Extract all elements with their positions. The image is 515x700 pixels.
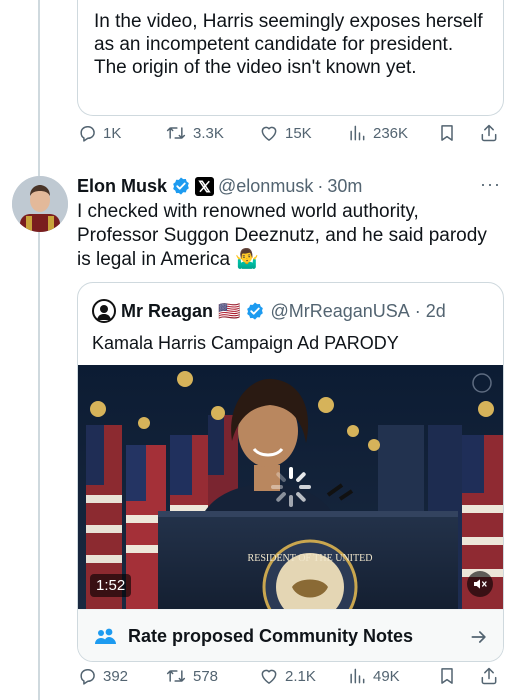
mute-icon <box>474 579 487 589</box>
reply-button[interactable]: 392 <box>77 663 128 689</box>
like-count: 15K <box>285 124 312 142</box>
community-notes-bar[interactable]: Rate proposed Community Notes <box>78 609 503 661</box>
reply-button[interactable]: 1K <box>77 120 121 146</box>
mute-button[interactable] <box>467 571 493 597</box>
author-name[interactable]: Elon Musk <box>77 176 167 197</box>
views-count: 236K <box>373 124 409 142</box>
more-icon[interactable]: ··· <box>480 174 501 195</box>
like-count: 2.1K <box>285 667 316 685</box>
separator-dot: · <box>414 300 421 321</box>
views-icon <box>350 125 365 141</box>
repost-icon <box>166 127 186 139</box>
share-icon <box>481 124 497 142</box>
views-count: 49K <box>373 667 400 685</box>
tweet-action-bar: 392 578 2.1K 49K <box>77 663 509 689</box>
quoted-tweet-card[interactable]: In the video, Harris seemingly exposes h… <box>77 0 504 116</box>
like-icon <box>261 669 277 684</box>
people-icon <box>95 628 116 644</box>
quote-author-name[interactable]: Mr Reagan <box>121 301 213 322</box>
community-notes-label: Rate proposed Community Notes <box>128 626 414 646</box>
prev-tweet-action-bar: 1K 3.3K 15K 236K <box>77 120 509 146</box>
views-button[interactable]: 236K <box>347 120 408 146</box>
reply-count: 392 <box>103 667 129 685</box>
verified-badge-icon <box>173 177 189 195</box>
quote-tweet-card[interactable]: Mr Reagan 🇺🇸 @MrReaganUSA · 2d Kamala Ha… <box>77 282 504 662</box>
repost-button[interactable]: 3.3K <box>165 120 224 146</box>
repost-icon <box>166 670 186 682</box>
loading-spinner-icon <box>271 467 311 507</box>
verified-badge-icon <box>247 302 264 320</box>
quoted-tweet-text: In the video, Harris seemingly exposes h… <box>94 11 483 78</box>
x-affiliate-icon <box>195 176 215 196</box>
repost-count: 578 <box>193 667 219 685</box>
bookmark-icon <box>441 668 453 684</box>
podium-seal-text: RESIDENT OF THE UNITED <box>248 553 373 564</box>
tweet-text: I checked with renowned world authority,… <box>77 200 497 272</box>
repost-count: 3.3K <box>193 124 224 142</box>
separator-dot: · <box>317 175 324 196</box>
arrow-right-icon <box>471 630 486 643</box>
bookmark-icon <box>441 125 453 141</box>
quote-time: 2d <box>425 300 446 321</box>
us-flag: 🇺🇸 <box>218 300 241 321</box>
video-duration: 1:52 <box>90 574 132 597</box>
quote-author-handle[interactable]: @MrReaganUSA <box>270 301 409 322</box>
thread-line <box>38 0 40 700</box>
tweet-text-content: I checked with renowned world authority,… <box>77 201 487 270</box>
author-avatar[interactable] <box>12 176 68 232</box>
quote-header: Mr Reagan 🇺🇸 @MrReaganUSA · 2d <box>92 299 446 323</box>
video-player[interactable]: RESIDENT OF THE UNITED 1:52 <box>78 365 503 609</box>
bookmark-button[interactable] <box>437 120 457 146</box>
reply-count: 1K <box>103 124 122 142</box>
reply-icon <box>80 669 95 685</box>
shrug-emoji: 🤷‍♂️ <box>235 249 260 270</box>
bookmark-button[interactable] <box>437 663 457 689</box>
quote-text: Kamala Harris Campaign Ad PARODY <box>92 333 399 353</box>
like-icon <box>261 126 277 141</box>
tweet-header: Elon Musk @elonmusk · 30m <box>77 174 362 198</box>
repost-button[interactable]: 578 <box>165 663 218 689</box>
views-icon <box>350 668 365 684</box>
author-handle[interactable]: @elonmusk <box>218 176 313 197</box>
reply-icon <box>80 126 95 142</box>
like-button[interactable]: 2.1K <box>259 663 316 689</box>
share-icon <box>481 667 497 685</box>
tweet-time[interactable]: 30m <box>327 176 362 197</box>
like-button[interactable]: 15K <box>259 120 312 146</box>
views-button[interactable]: 49K <box>347 663 400 689</box>
share-button[interactable] <box>479 663 499 689</box>
quote-author-avatar <box>92 299 116 323</box>
share-button[interactable] <box>479 120 499 146</box>
